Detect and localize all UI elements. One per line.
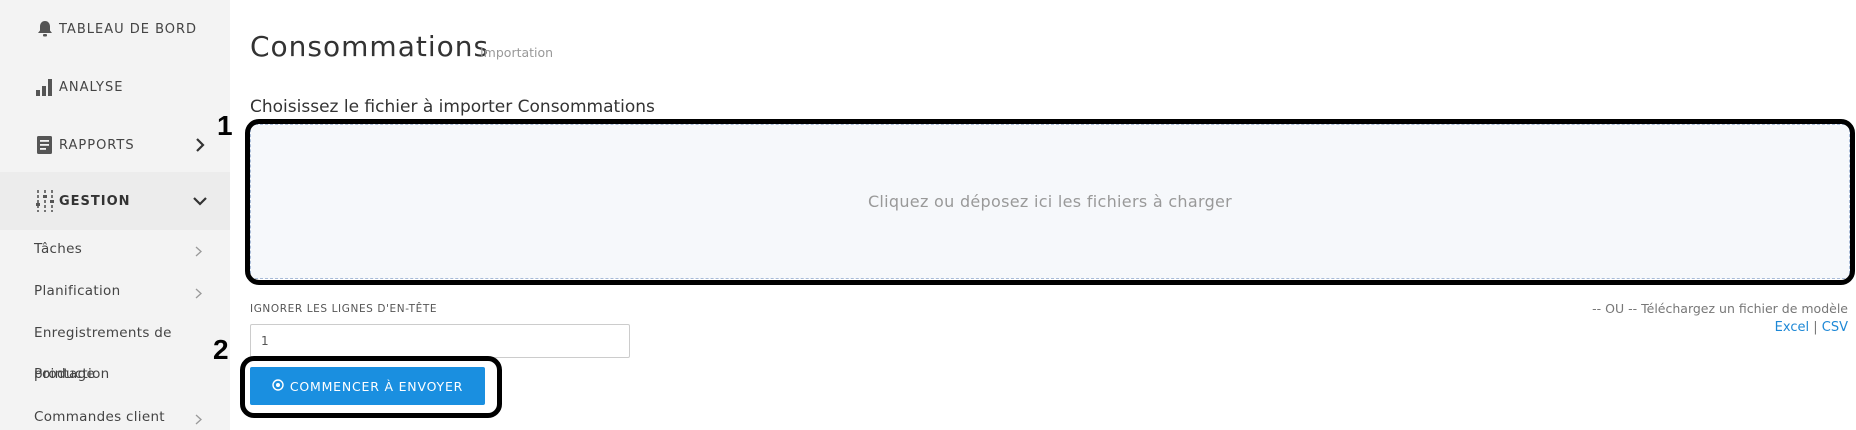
sidebar-item-label: TABLEAU DE BORD (59, 21, 198, 37)
upload-circle-icon (272, 378, 284, 394)
excel-template-link[interactable]: Excel (1775, 320, 1809, 335)
bell-icon (34, 18, 56, 40)
chevron-right-icon (193, 413, 203, 425)
start-upload-label: COMMENCER À ENVOYER (289, 378, 464, 394)
chevron-right-icon (193, 245, 203, 257)
sidebar-item-tableau-de-bord[interactable]: TABLEAU DE BORD (0, 0, 230, 58)
link-separator: | (1813, 320, 1818, 335)
sliders-icon (34, 190, 56, 212)
sidebar-item-label: RAPPORTS (59, 137, 135, 153)
chevron-right-icon (192, 137, 208, 153)
sidebar-item-rapports[interactable]: RAPPORTS (0, 116, 230, 174)
sidebar-item-gestion[interactable]: GESTION (0, 172, 230, 230)
sidebar: TABLEAU DE BORD ANALYSE RAPPORTS GESTION… (0, 0, 230, 430)
dropzone-text: Cliquez ou déposez ici les fichiers à ch… (867, 192, 1233, 211)
sidebar-item-analyse[interactable]: ANALYSE (0, 58, 230, 116)
sidebar-subitem-enregistrements[interactable]: Enregistrements de (34, 325, 172, 341)
annotation-marker-2: 2 (213, 334, 229, 365)
annotation-marker-1: 1 (217, 110, 233, 141)
sidebar-item-label: GESTION (59, 193, 131, 209)
sidebar-item-label: ANALYSE (59, 79, 124, 95)
sidebar-subitem-pointage[interactable]: Pointage (34, 366, 95, 382)
page-title: Consommations (250, 30, 490, 63)
template-links: Excel | CSV (1775, 320, 1848, 335)
sidebar-subitem-planification[interactable]: Planification (34, 283, 120, 299)
bar-chart-icon (34, 76, 56, 98)
ignore-header-lines-label: IGNORER LES LIGNES D'EN-TÊTE (250, 303, 438, 315)
chevron-right-icon (193, 287, 203, 299)
sidebar-subitem-commandes-client[interactable]: Commandes client (34, 409, 165, 425)
chevron-down-icon (192, 193, 208, 209)
start-upload-button[interactable]: COMMENCER À ENVOYER (250, 367, 485, 405)
csv-template-link[interactable]: CSV (1822, 320, 1848, 335)
report-icon (34, 134, 56, 156)
file-dropzone[interactable]: Cliquez ou déposez ici les fichiers à ch… (250, 124, 1850, 279)
ignore-header-lines-input[interactable] (250, 324, 630, 358)
page-subtitle: Importation (480, 45, 554, 60)
choose-file-label: Choisissez le fichier à importer Consomm… (250, 97, 655, 117)
sidebar-subitem-taches[interactable]: Tâches (34, 241, 82, 257)
template-download-text: -- OU -- Téléchargez un fichier de modèl… (1592, 301, 1848, 316)
